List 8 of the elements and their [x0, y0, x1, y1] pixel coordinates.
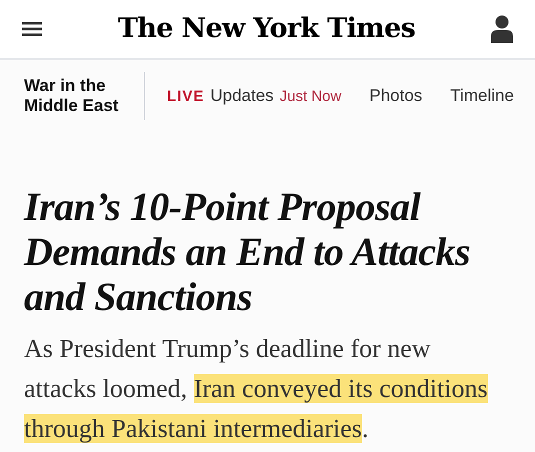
nav-link[interactable]: Timeline	[450, 83, 514, 109]
nav-link[interactable]: LIVE Updates Just Now	[167, 83, 342, 109]
headline: Iran’s 10-Point Proposal Demands an End to Attacks and Sanctions	[24, 184, 472, 319]
nav-link[interactable]: Photos	[369, 83, 422, 109]
menu-icon[interactable]	[22, 22, 42, 36]
logo[interactable]: The New York Times	[118, 8, 416, 50]
section-title[interactable]: War in the Middle East	[24, 76, 134, 116]
account-icon[interactable]	[491, 15, 513, 43]
